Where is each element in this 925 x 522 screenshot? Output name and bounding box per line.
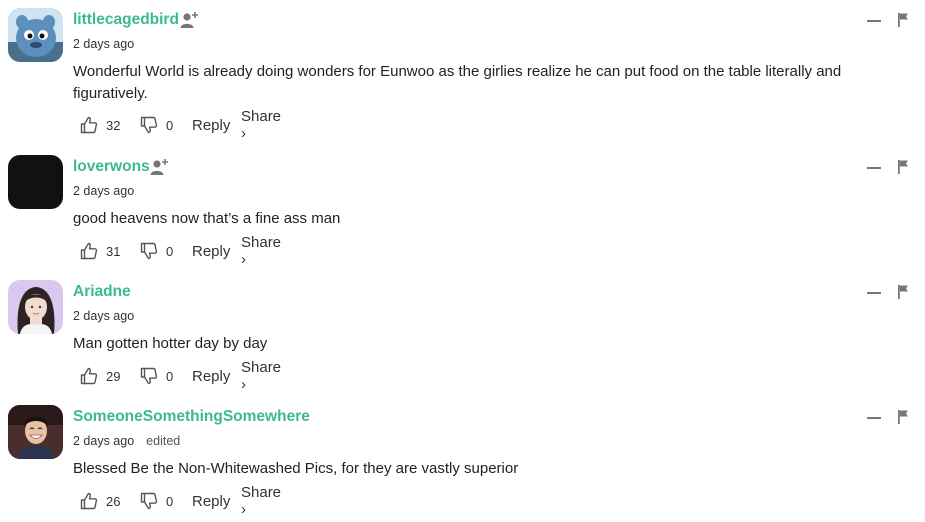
share-button[interactable]: Share › (241, 234, 281, 268)
dislike-count: 0 (166, 117, 174, 133)
comment-text: Man gotten hotter day by day (73, 335, 268, 352)
timestamp[interactable]: 2 days ago (73, 434, 134, 448)
follow-user-icon[interactable] (180, 11, 200, 29)
flag-icon[interactable] (896, 284, 910, 300)
flag-icon[interactable] (896, 12, 910, 28)
comment-meta: 2 days ago (73, 37, 134, 51)
thumbs-up-icon (80, 242, 98, 260)
dislike-button[interactable]: 0 (140, 113, 173, 137)
share-button[interactable]: Share › (241, 484, 281, 518)
dislike-count: 0 (166, 243, 174, 259)
like-button[interactable]: 26 (80, 489, 120, 513)
like-count: 26 (106, 493, 121, 509)
comment-text: Wonderful World is already doing wonders… (73, 63, 842, 102)
thumbs-down-icon (140, 367, 158, 385)
avatar[interactable] (8, 280, 63, 334)
edited-label: edited (146, 434, 181, 448)
comment: Ariadne 2 days ago Man gotten hotter day… (0, 272, 925, 397)
dislike-count: 0 (166, 368, 174, 384)
like-button[interactable]: 32 (80, 113, 120, 137)
comment: SomeoneSomethingSomewhere 2 days ago edit… (0, 397, 925, 522)
username[interactable]: SomeoneSomethingSomewhere (73, 408, 310, 426)
avatar[interactable] (8, 8, 63, 62)
flag-icon[interactable] (896, 409, 910, 425)
like-count: 31 (106, 243, 121, 259)
timestamp[interactable]: 2 days ago (73, 309, 134, 323)
collapse-icon[interactable] (866, 409, 882, 425)
comment: loverwons 2 days ago good heavens now th… (0, 147, 925, 272)
like-count: 29 (106, 368, 121, 384)
dislike-button[interactable]: 0 (140, 239, 173, 263)
avatar[interactable] (8, 155, 63, 209)
timestamp[interactable]: 2 days ago (73, 37, 134, 51)
like-count: 32 (106, 117, 121, 133)
reply-button[interactable]: Reply (192, 239, 230, 263)
flag-icon[interactable] (896, 159, 910, 175)
thumbs-down-icon (140, 116, 158, 134)
comment-text: good heavens now that’s a fine ass man (73, 210, 341, 227)
dislike-count: 0 (166, 493, 174, 509)
reply-button[interactable]: Reply (192, 113, 230, 137)
reply-button[interactable]: Reply (192, 364, 230, 388)
thumbs-up-icon (80, 367, 98, 385)
collapse-icon[interactable] (866, 12, 882, 28)
timestamp[interactable]: 2 days ago (73, 184, 134, 198)
comment-text: Blessed Be the Non-Whitewashed Pics, for… (73, 460, 519, 477)
avatar[interactable] (8, 405, 63, 459)
username[interactable]: loverwons (73, 158, 150, 176)
comment-meta: 2 days ago (73, 309, 134, 323)
username[interactable]: littlecagedbird (73, 11, 179, 29)
thumbs-down-icon (140, 492, 158, 510)
dislike-button[interactable]: 0 (140, 489, 173, 513)
collapse-icon[interactable] (866, 284, 882, 300)
comment-meta: 2 days ago edited (73, 434, 180, 448)
share-button[interactable]: Share › (241, 108, 281, 142)
thumbs-up-icon (80, 116, 98, 134)
thumbs-down-icon (140, 242, 158, 260)
like-button[interactable]: 31 (80, 239, 120, 263)
collapse-icon[interactable] (866, 159, 882, 175)
comment: littlecagedbird 2 days ago Wonderful Wor… (0, 0, 925, 142)
username[interactable]: Ariadne (73, 283, 131, 301)
thumbs-up-icon (80, 492, 98, 510)
reply-button[interactable]: Reply (192, 489, 230, 513)
follow-user-icon[interactable] (150, 158, 170, 176)
like-button[interactable]: 29 (80, 364, 120, 388)
dislike-button[interactable]: 0 (140, 364, 173, 388)
comment-meta: 2 days ago (73, 184, 134, 198)
share-button[interactable]: Share › (241, 359, 281, 393)
